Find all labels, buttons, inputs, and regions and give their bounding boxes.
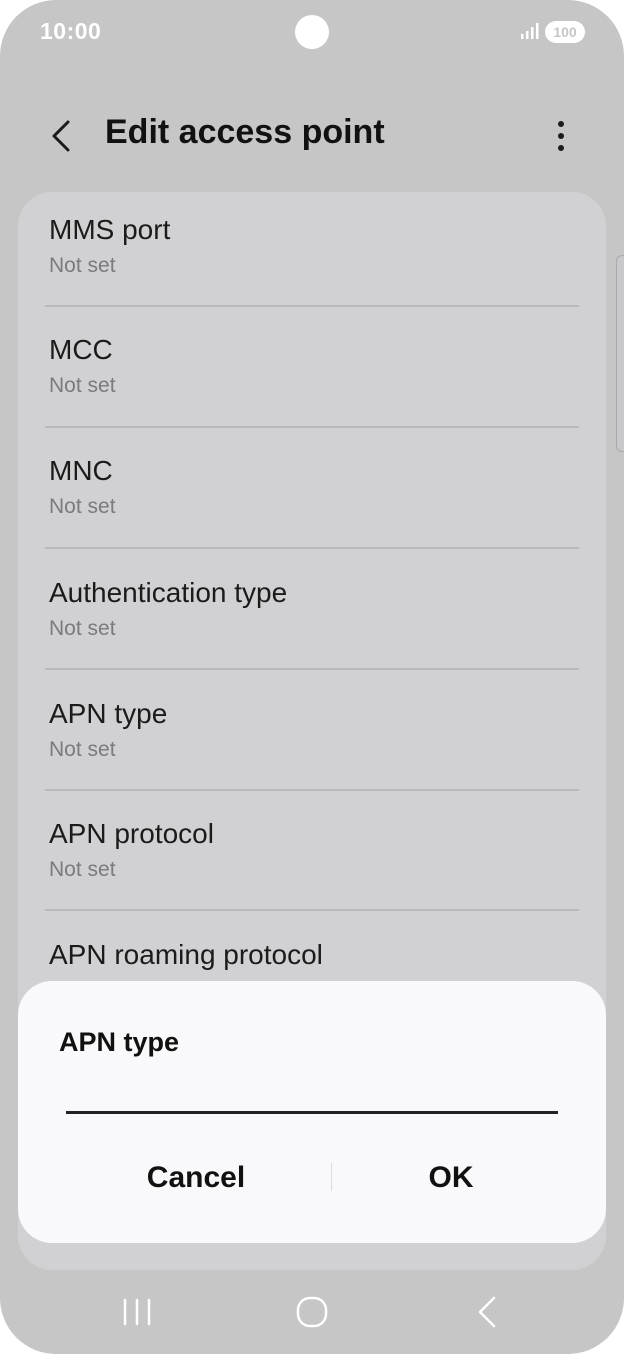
item-title: APN type [49,698,168,729]
ok-button[interactable]: OK [331,1151,571,1205]
divider [45,668,579,670]
divider [45,426,579,428]
more-vertical-icon [558,121,564,151]
item-title: MMS port [49,214,171,245]
scrollbar[interactable] [616,255,624,452]
nav-back-button[interactable] [458,1286,518,1338]
item-value: Not set [49,374,116,397]
back-button[interactable] [40,112,84,160]
signal-icon [521,23,539,39]
item-title: APN roaming protocol [49,939,323,970]
item-value: Not set [49,858,116,881]
status-time: 10:00 [40,18,102,44]
item-title: MNC [49,455,113,486]
divider [45,909,579,911]
divider [45,547,579,549]
nav-home-button[interactable] [282,1286,342,1338]
back-arrow-icon [52,120,70,152]
item-value: Not set [49,617,116,640]
item-value: Not set [49,738,116,761]
list-item-authentication-type[interactable]: Authentication type Not set [18,555,606,675]
list-item-mnc[interactable]: MNC Not set [18,433,606,553]
status-bar: 10:00 100 [0,0,624,64]
cancel-button[interactable]: Cancel [76,1151,316,1205]
home-icon [296,1296,328,1328]
front-camera [295,15,329,49]
item-value: Not set [49,495,116,518]
page-title: Edit access point [105,113,385,151]
battery-level: 100 [553,24,577,40]
dialog-title: APN type [59,1027,180,1057]
recents-icon [123,1298,151,1326]
apn-type-input[interactable] [66,1071,558,1114]
list-item-apn-protocol[interactable]: APN protocol Not set [18,796,606,916]
list-item-mcc[interactable]: MCC Not set [18,312,606,432]
phone-screen: 10:00 100 Edit access point MMS port Not… [0,0,624,1354]
divider [45,789,579,791]
apn-type-dialog: APN type Cancel OK [18,981,606,1243]
list-item-apn-type[interactable]: APN type Not set [18,676,606,796]
nav-recents-button[interactable] [107,1286,167,1338]
item-title: Authentication type [49,577,288,608]
list-item-mms-port[interactable]: MMS port Not set [18,192,606,312]
item-title: APN protocol [49,818,214,849]
item-value: Not set [49,254,116,277]
item-title: MCC [49,334,113,365]
more-options-button[interactable] [545,112,577,162]
divider [45,305,579,307]
battery-icon: 100 [545,21,585,43]
nav-back-icon [478,1296,496,1328]
